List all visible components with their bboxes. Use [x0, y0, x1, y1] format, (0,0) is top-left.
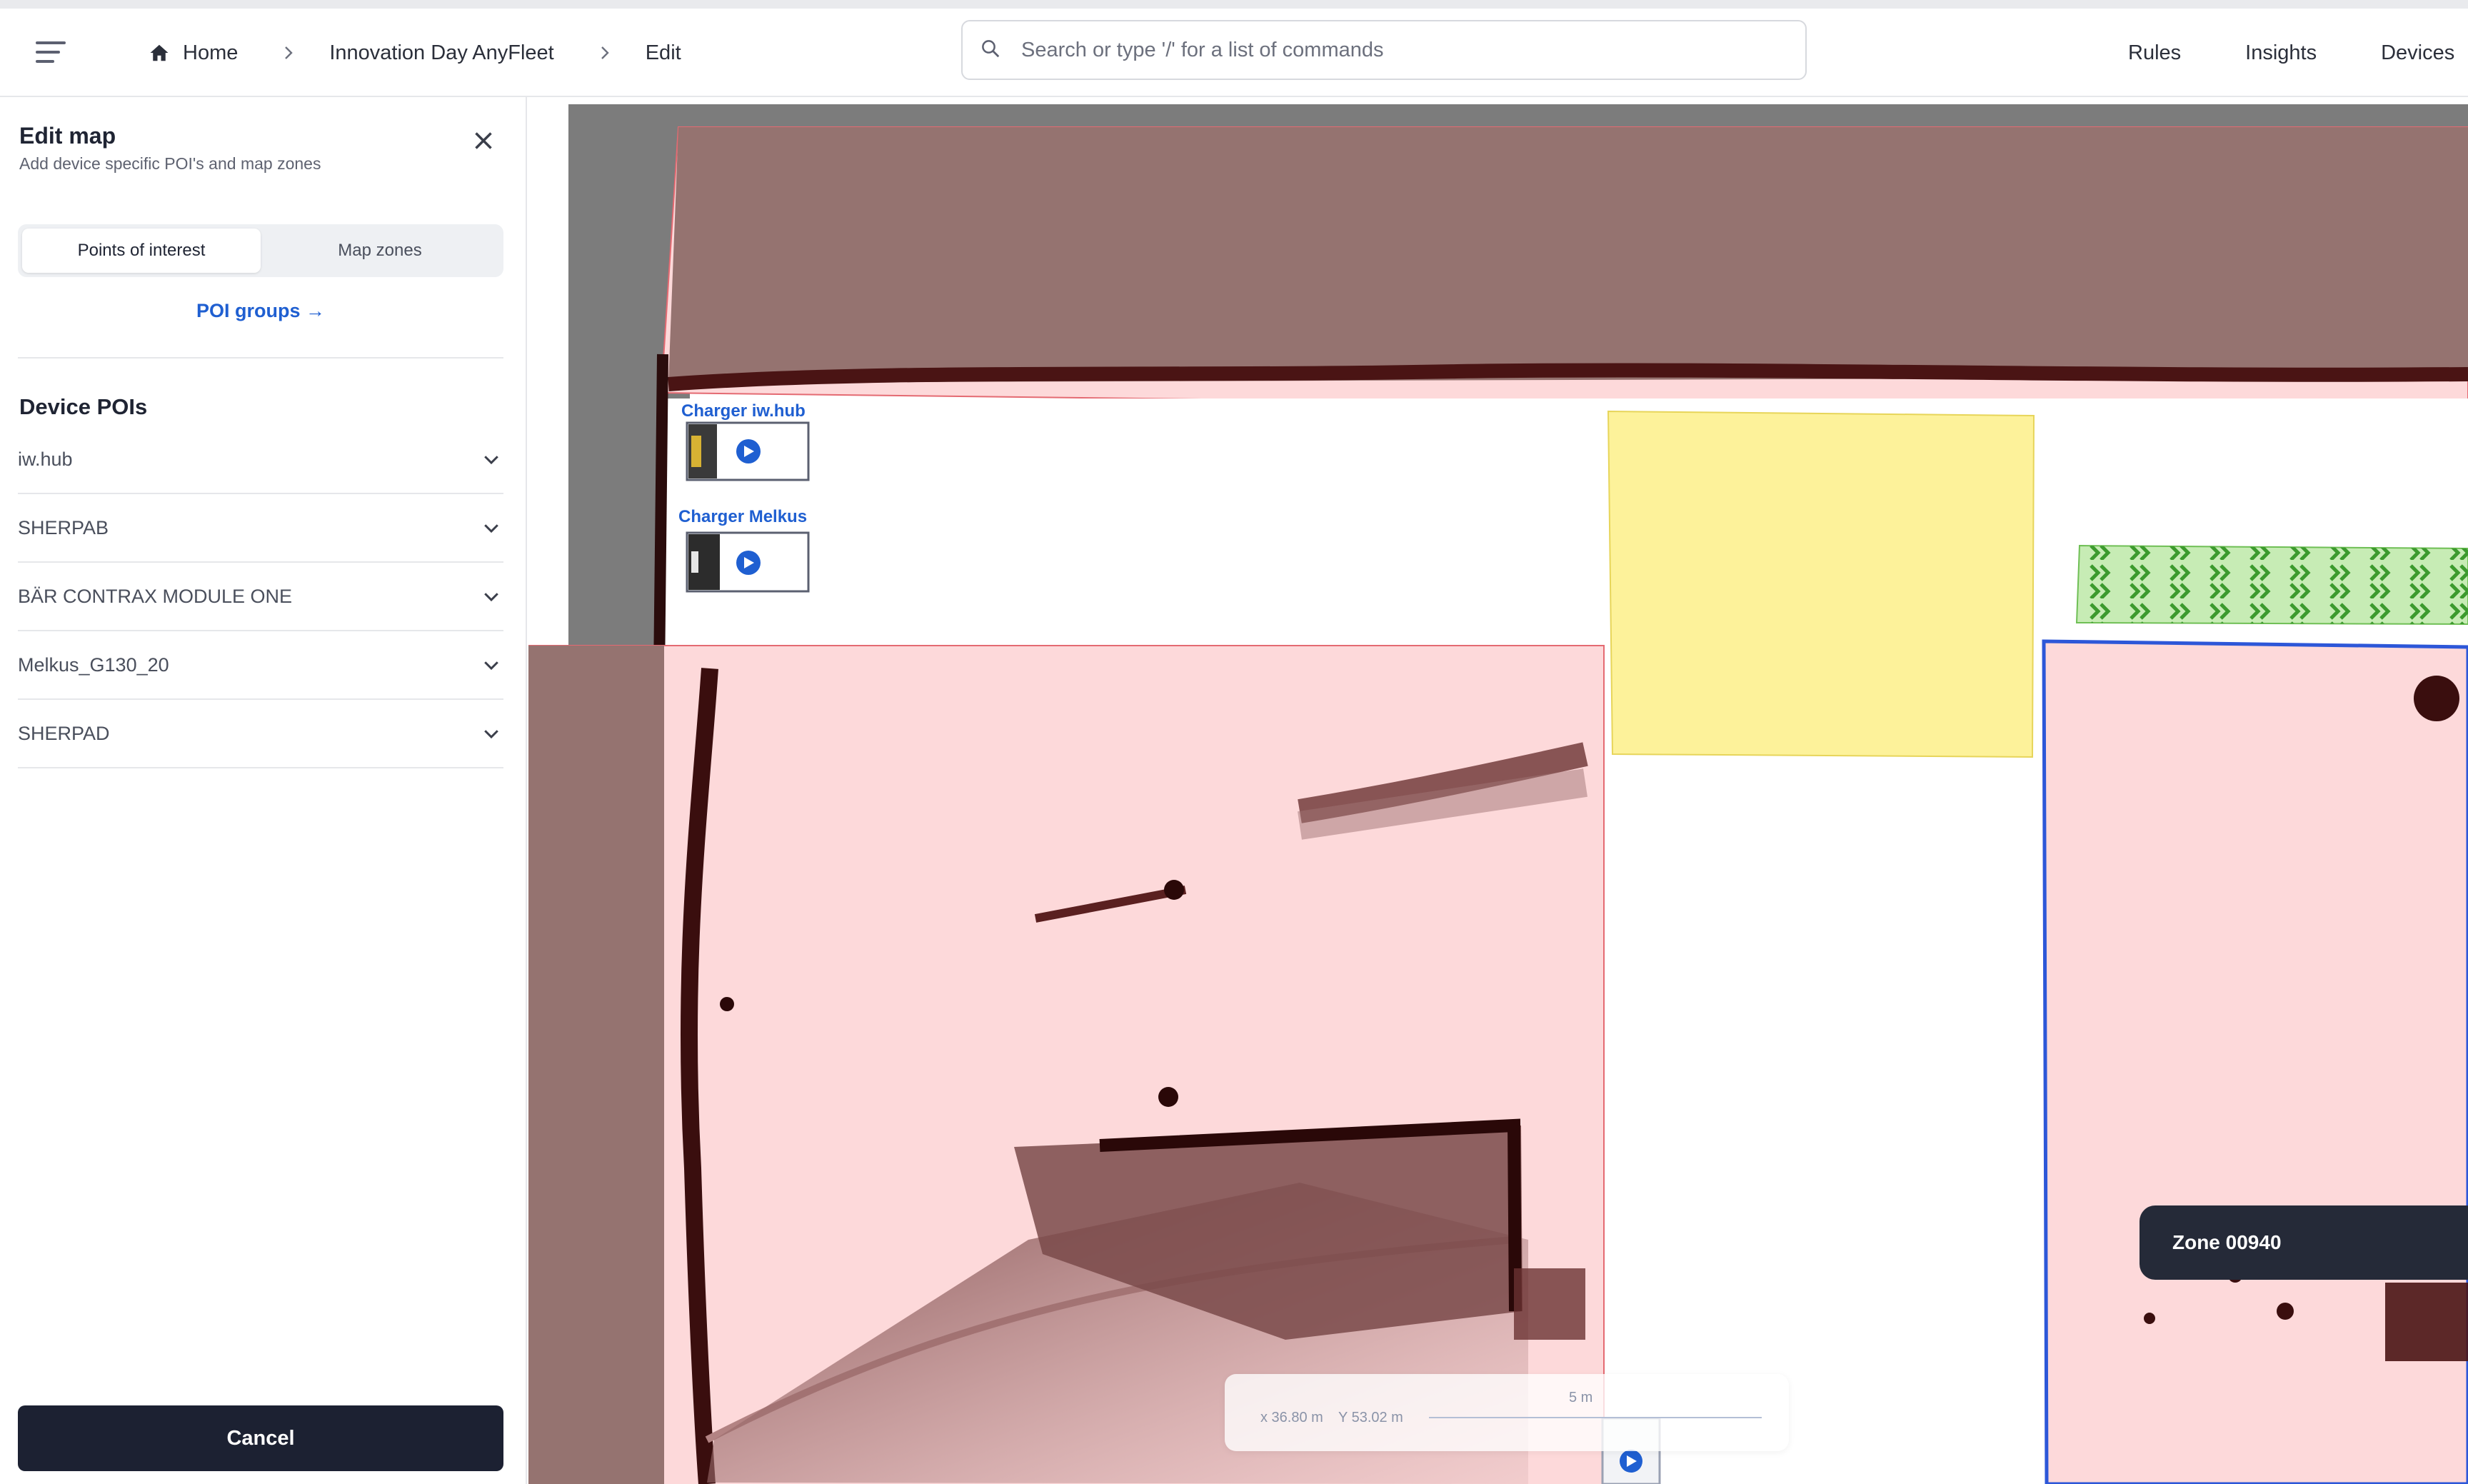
window-top-strip	[0, 0, 2468, 9]
coordinates-panel: x 36.80 m Y 53.02 m 5 m	[1225, 1374, 1789, 1451]
top-bar: Home Innovation Day AnyFleet Edit Rules …	[0, 9, 2468, 97]
chevron-down-icon	[484, 456, 498, 465]
charger-poi-melkus[interactable]	[686, 531, 810, 593]
breadcrumb-fleet[interactable]: Innovation Day AnyFleet	[329, 41, 553, 65]
poi-groups-link[interactable]: POI groups →	[0, 300, 521, 322]
one-way-arrows	[2077, 546, 2468, 624]
nav-rules[interactable]: Rules	[2128, 41, 2181, 65]
device-pois-heading: Device POIs	[19, 394, 148, 419]
chevron-down-icon	[484, 661, 498, 671]
panel-title: Edit map	[19, 123, 116, 149]
map-canvas[interactable]: Charger iw.hub Charger Melkus Zone 00940…	[528, 97, 2468, 1484]
occupied-area	[528, 646, 664, 1484]
coord-x: x 36.80 m	[1260, 1410, 1323, 1425]
unknown-area	[568, 104, 2468, 130]
chevron-down-icon	[484, 730, 498, 739]
charger-melkus-label[interactable]: Charger Melkus	[678, 507, 807, 527]
scale-bar	[1429, 1417, 1762, 1418]
device-poi-item[interactable]: SHERPAD	[18, 700, 503, 768]
obstacle	[1514, 1268, 1585, 1340]
cancel-button[interactable]: Cancel	[18, 1405, 503, 1471]
panel-subtitle: Add device specific POI's and map zones	[19, 154, 321, 173]
cursor-coordinates: x 36.80 m Y 53.02 m	[1260, 1410, 1415, 1426]
chevron-right-icon	[593, 41, 617, 65]
breadcrumb-home-label: Home	[183, 41, 239, 64]
command-search[interactable]	[961, 20, 1807, 80]
charger-iwhub-label[interactable]: Charger iw.hub	[681, 401, 806, 421]
mode-switch: Points of interest Map zones	[18, 224, 503, 277]
scale-label: 5 m	[1569, 1390, 1593, 1405]
divider	[18, 357, 503, 359]
obstacle	[2414, 676, 2459, 721]
device-poi-label: SHERPAD	[18, 722, 110, 744]
breadcrumb: Home Innovation Day AnyFleet Edit	[149, 34, 681, 71]
menu-icon[interactable]	[36, 36, 73, 69]
edit-map-panel: Edit map Add device specific POI's and m…	[0, 97, 527, 1484]
breadcrumb-home[interactable]: Home	[149, 41, 238, 65]
device-poi-label: iw.hub	[18, 448, 73, 470]
top-nav: Rules Insights Devices	[2128, 34, 2468, 71]
obstacle	[2385, 1283, 2468, 1361]
breadcrumb-current: Edit	[646, 41, 681, 65]
device-poi-label: Melkus_G130_20	[18, 653, 169, 676]
zone-tooltip: Zone 00940	[2140, 1205, 2468, 1280]
breadcrumb-current-label: Edit	[645, 41, 681, 64]
charger-poi-iwhub[interactable]	[686, 421, 810, 481]
nav-insights[interactable]: Insights	[2245, 41, 2317, 65]
coord-y: Y 53.02 m	[1338, 1410, 1403, 1425]
speed-zone[interactable]	[1607, 410, 2035, 758]
obstacle	[1164, 880, 1184, 900]
nav-devices[interactable]: Devices	[2381, 41, 2454, 65]
device-poi-item[interactable]: SHERPAB	[18, 494, 503, 563]
tab-map-zones[interactable]: Map zones	[261, 229, 499, 273]
search-icon	[980, 38, 1001, 63]
tab-points-of-interest[interactable]: Points of interest	[22, 229, 261, 273]
occupied-area	[668, 127, 2468, 383]
close-icon[interactable]	[468, 126, 498, 156]
search-input[interactable]	[1021, 38, 1778, 62]
obstacle	[2277, 1303, 2294, 1320]
home-icon	[149, 42, 170, 64]
obstacle	[1158, 1087, 1178, 1107]
chevron-down-icon	[484, 593, 498, 602]
obstacle	[720, 997, 734, 1011]
device-poi-item[interactable]: iw.hub	[18, 426, 503, 494]
device-poi-item[interactable]: Melkus_G130_20	[18, 631, 503, 700]
device-poi-label: SHERPAB	[18, 516, 109, 538]
breadcrumb-fleet-label: Innovation Day AnyFleet	[329, 41, 554, 64]
device-poi-item[interactable]: BÄR CONTRAX MODULE ONE	[18, 563, 503, 631]
device-poi-label: BÄR CONTRAX MODULE ONE	[18, 585, 293, 607]
obstacle	[2144, 1313, 2155, 1324]
chevron-down-icon	[484, 524, 498, 533]
chevron-right-icon	[276, 41, 301, 65]
